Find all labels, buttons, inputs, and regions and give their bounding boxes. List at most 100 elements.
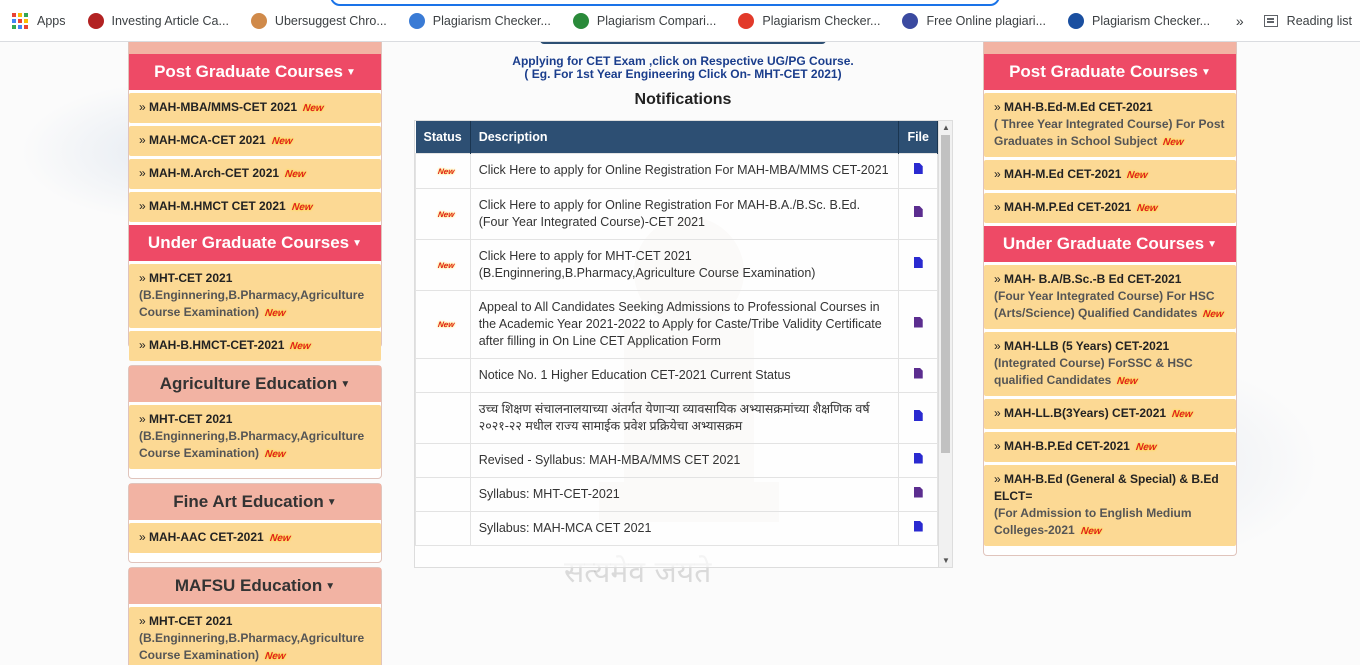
chevron-right-icon: »	[994, 472, 1005, 486]
course-link-item[interactable]: » MAH-LLB (5 Years) CET-2021 (Integrated …	[984, 332, 1236, 396]
notification-description-link[interactable]: Click Here to apply for Online Registrat…	[469, 187, 900, 240]
course-link-item[interactable]: » MAH-M.Ed CET-2021 New	[984, 160, 1236, 190]
course-link-item[interactable]: » MAH-B.Ed (General & Special) & B.Ed EL…	[984, 465, 1236, 546]
file-download-icon[interactable]	[913, 486, 923, 498]
bookmark-item[interactable]: Plagiarism Compari...	[572, 12, 716, 29]
bookmark-item[interactable]: Plagiarism Checker...	[738, 12, 881, 29]
bookmark-item[interactable]: Plagiarism Checker...	[1068, 12, 1210, 29]
agriculture-panel: Agriculture Education ▼ » MHT-CET 2021 (B.…	[128, 365, 382, 479]
notification-description-link[interactable]: Click Here to apply for Online Registrat…	[469, 152, 900, 189]
address-bar[interactable]	[330, 0, 1000, 6]
course-link-item[interactable]: » MAH-AAC CET-2021 New	[129, 523, 381, 553]
file-download-icon[interactable]	[913, 410, 923, 421]
scroll-down-arrow-icon[interactable]: ▼	[942, 556, 950, 565]
notification-description-link[interactable]: Appeal to All Candidates Seeking Admissi…	[469, 289, 900, 359]
scroll-up-arrow-icon[interactable]: ▲	[942, 123, 950, 132]
file-download-icon[interactable]	[913, 520, 923, 532]
notification-description-link[interactable]: Notice No. 1 Higher Education CET-2021 C…	[469, 357, 900, 393]
file-download-icon[interactable]	[913, 163, 923, 174]
new-badge: New	[290, 202, 314, 213]
course-title: MAH-M.P.Ed CET-2021	[1004, 200, 1132, 214]
agriculture-header[interactable]: Agriculture Education ▼	[129, 366, 381, 402]
new-badge: New	[264, 449, 287, 460]
notification-description-link[interactable]: Syllabus: MAH-MCA CET 2021	[469, 510, 900, 546]
new-badge: New	[1135, 442, 1158, 453]
mafsu-header[interactable]: MAFSU Education ▼	[129, 568, 381, 604]
course-link-item[interactable]: » MAH-LL.B(3Years) CET-2021 New	[984, 399, 1236, 429]
notification-description-link[interactable]: Revised - Syllabus: MAH-MBA/MMS CET 2021	[469, 442, 900, 478]
status-cell: New	[415, 238, 471, 291]
file-cell	[898, 391, 938, 444]
notification-description-link[interactable]: Click Here to apply for MHT-CET 2021 (B.…	[469, 238, 900, 291]
course-link-item[interactable]: » MHT-CET 2021 (B.Enginnering,B.Pharmacy,…	[129, 607, 381, 665]
notification-description-link[interactable]: Syllabus: MHT-CET-2021	[469, 476, 900, 512]
course-link-item[interactable]: » MHT-CET 2021 (B.Enginnering,B.Pharmacy,…	[129, 405, 381, 469]
notification-description-link[interactable]: उच्च शिक्षण संचालनालयाच्या अंतर्गत येणाऱ…	[469, 391, 900, 444]
course-title: MAH-B.Ed-M.Ed CET-2021	[1004, 100, 1153, 114]
bookmark-item[interactable]: Plagiarism Checker...	[408, 12, 551, 29]
course-link-item[interactable]: » MAH-MCA-CET 2021 New	[129, 126, 381, 156]
header-label: Fine Art Education	[173, 492, 324, 511]
table-row: New Appeal to All Candidates Seeking Admi…	[415, 289, 938, 359]
chevron-right-icon: »	[139, 412, 150, 426]
left-postgrad-header[interactable]: Post Graduate Courses ▼	[129, 54, 381, 90]
course-link-item[interactable]: » MAH-B.Ed-M.Ed CET-2021 ( Three Year Int…	[984, 93, 1236, 157]
file-download-icon[interactable]	[913, 316, 923, 328]
course-link-item[interactable]: » MAH-B.HMCT-CET-2021 New	[129, 331, 381, 361]
course-link-item[interactable]: » MHT-CET 2021 (B.Enginnering,B.Pharmacy,…	[129, 264, 381, 328]
course-link-item[interactable]: » MAH-M.Arch-CET 2021 New	[129, 159, 381, 189]
pr-icon	[572, 12, 589, 29]
course-link-item[interactable]: » MAH-M.HMCT CET 2021 New	[129, 192, 381, 222]
reading-list-icon	[1263, 15, 1278, 27]
new-badge: New	[436, 260, 455, 270]
course-title: MAH-M.Ed CET-2021	[1004, 167, 1122, 181]
caret-down-icon: ▼	[325, 580, 336, 592]
bookmark-item[interactable]: Investing Article Ca...	[87, 12, 229, 29]
new-badge: New	[268, 533, 292, 544]
bookmark-label: Plagiarism Checker...	[762, 13, 881, 28]
globe-icon	[1068, 12, 1084, 29]
course-link-item[interactable]: » MAH-M.P.Ed CET-2021 New	[984, 193, 1236, 223]
chevron-right-icon: »	[994, 439, 1005, 453]
fine-art-header[interactable]: Fine Art Education ▼	[129, 484, 381, 520]
caret-down-icon: ▼	[352, 237, 363, 249]
left-undergrad-header[interactable]: Under Graduate Courses ▼	[129, 225, 381, 261]
file-download-icon[interactable]	[913, 257, 923, 268]
new-badge: New	[289, 341, 312, 352]
bookmark-item[interactable]: Ubersuggest Chro...	[250, 12, 387, 29]
table-scrollbar[interactable]: ▲ ▼	[938, 121, 952, 567]
course-link-item[interactable]: » MAH- B.A/B.Sc.-B Ed CET-2021 (Four Year…	[984, 265, 1236, 329]
caret-down-icon: ▼	[1201, 66, 1211, 78]
bookmark-item[interactable]: Apps	[12, 12, 66, 29]
new-badge: New	[436, 166, 455, 176]
course-description: ( Three Year Integrated Course) For Post…	[994, 117, 1225, 148]
new-badge: New	[1202, 309, 1225, 320]
notifications-table-container: Status Description File New Click Here to…	[414, 120, 953, 568]
chevron-right-icon: »	[139, 614, 150, 628]
new-badge: New	[1079, 526, 1103, 537]
course-title: MHT-CET 2021	[149, 271, 233, 285]
mafsu-panel: MAFSU Education ▼ » MHT-CET 2021 (B.Enginn…	[128, 567, 382, 665]
more-bookmarks-button[interactable]: »	[1236, 13, 1244, 29]
reading-list-button[interactable]: Reading list	[1287, 14, 1352, 28]
status-cell	[415, 357, 471, 393]
file-download-icon[interactable]	[913, 452, 923, 464]
file-download-icon[interactable]	[913, 367, 923, 379]
caret-down-icon: ▼	[346, 66, 356, 78]
caret-down-icon: ▼	[326, 496, 337, 508]
course-link-item[interactable]: » MAH-MBA/MMS-CET 2021 New	[129, 93, 381, 123]
course-title: MAH-AAC CET-2021	[149, 530, 264, 544]
file-cell	[898, 357, 938, 393]
apply-banner-button[interactable]	[540, 42, 826, 44]
file-download-icon[interactable]	[913, 206, 923, 217]
left-course-panel: Post Graduate Courses ▼ » MAH-MBA/MMS-CET…	[128, 42, 382, 361]
scrollbar-thumb[interactable]	[941, 135, 950, 453]
status-cell: New	[415, 152, 471, 189]
right-postgrad-header[interactable]: Post Graduate Courses ▼	[984, 54, 1236, 90]
bookmark-item[interactable]: Free Online plagiari...	[902, 12, 1046, 29]
header-label: Under Graduate Courses	[1002, 234, 1205, 253]
course-link-item[interactable]: » MAH-B.P.Ed CET-2021 New	[984, 432, 1236, 462]
header-label: Post Graduate Courses	[154, 62, 344, 81]
notifications-title: Notifications	[634, 91, 732, 108]
right-undergrad-header[interactable]: Under Graduate Courses ▼	[984, 226, 1236, 262]
